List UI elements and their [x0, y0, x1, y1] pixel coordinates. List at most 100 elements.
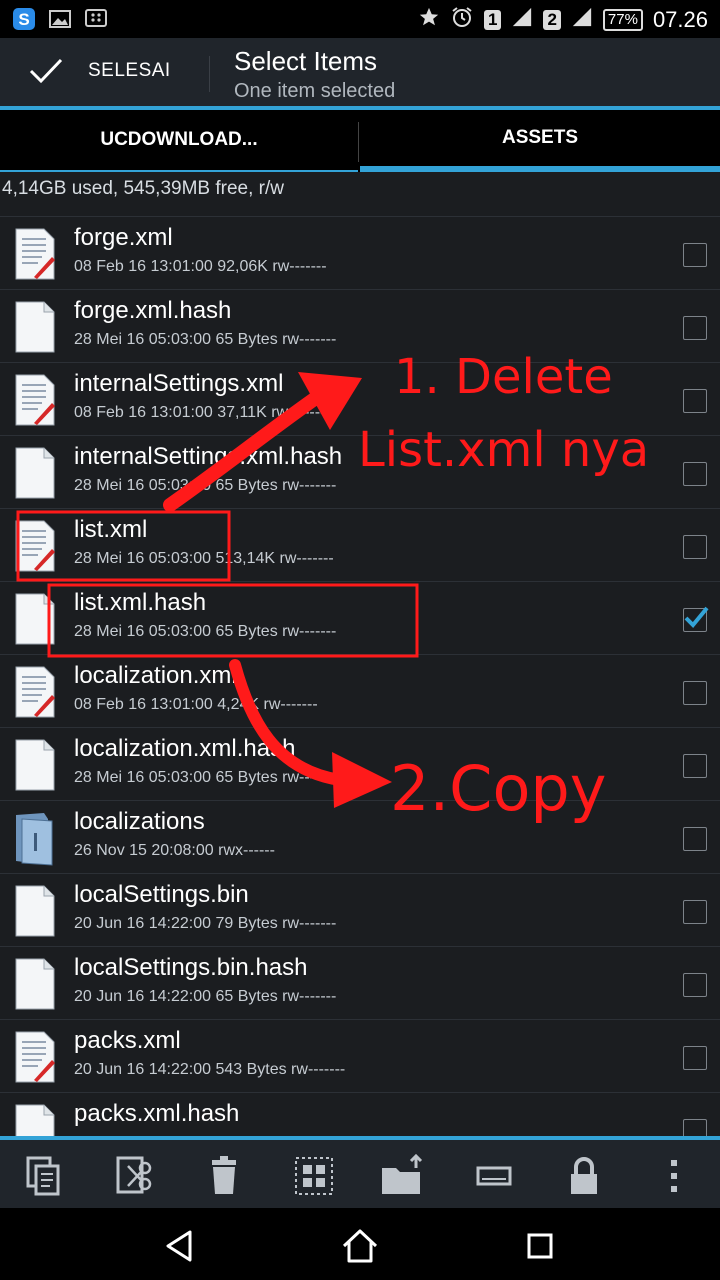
- file-name: list.xml.hash: [74, 589, 207, 616]
- file-meta: 28 Mei 16 05:03:00 65 Bytes rw-------: [74, 769, 337, 786]
- action-bar-title: Select Items: [234, 46, 378, 76]
- file-row[interactable]: list.xml 28 Mei 16 05:03:00 513,14K rw---…: [0, 508, 720, 582]
- done-button[interactable]: SELESAI: [28, 56, 171, 86]
- battery-indicator: 77%: [602, 9, 643, 31]
- select-checkbox[interactable]: [683, 316, 707, 340]
- checkmark-icon: [684, 606, 709, 628]
- blank-file-icon: [14, 592, 56, 646]
- folder-icon: [14, 811, 56, 866]
- annotation-step1-line2: List.xml nya: [358, 422, 650, 478]
- copy-icon[interactable]: [22, 1154, 66, 1198]
- blank-file-icon: [14, 1103, 56, 1136]
- star-icon: [418, 6, 440, 34]
- file-meta: 28 Mei 16 05:03:00 65 Bytes rw-------: [74, 623, 337, 640]
- divider: [358, 122, 359, 162]
- xml-file-icon: [14, 665, 56, 719]
- select-checkbox[interactable]: [683, 462, 707, 486]
- alarm-icon: [450, 5, 474, 35]
- blank-file-icon: [14, 446, 56, 500]
- recents-icon[interactable]: [520, 1226, 560, 1266]
- signal-icon: [511, 6, 533, 34]
- file-meta: 28 Mei 16 05:03:00 513,14K rw-------: [74, 550, 334, 567]
- file-name: internalSettings.xml: [74, 370, 284, 397]
- move-folder-icon[interactable]: [380, 1153, 430, 1198]
- blank-file-icon: [14, 884, 56, 938]
- file-row[interactable]: packs.xml.hash: [0, 1092, 720, 1136]
- file-row[interactable]: localSettings.bin 20 Jun 16 14:22:00 79 B…: [0, 873, 720, 947]
- file-name: localizations: [74, 808, 205, 835]
- navigation-bar: [0, 1208, 720, 1280]
- home-icon[interactable]: [340, 1226, 380, 1266]
- select-checkbox[interactable]: [683, 1119, 707, 1136]
- file-name: packs.xml: [74, 1027, 181, 1054]
- select-checkbox[interactable]: [683, 243, 707, 267]
- file-name: localization.xml: [74, 662, 237, 689]
- tab-bar: UCDOWNLOAD... ASSETS: [0, 110, 720, 172]
- image-notification-icon: [48, 7, 72, 31]
- file-name: forge.xml: [74, 224, 173, 251]
- file-name: internalSettings.xml.hash: [74, 443, 343, 470]
- select-checkbox[interactable]: [683, 754, 707, 778]
- file-meta: 26 Nov 15 20:08:00 rwx------: [74, 842, 275, 859]
- select-checkbox[interactable]: [683, 681, 707, 705]
- done-label: SELESAI: [88, 60, 171, 81]
- cut-icon[interactable]: [112, 1154, 156, 1198]
- action-bar: SELESAI Select Items One item selected: [0, 38, 720, 110]
- tab-ucdownload[interactable]: UCDOWNLOAD...: [0, 110, 358, 172]
- file-name: list.xml: [74, 516, 148, 543]
- status-bar: S 1 2 77% 07.26: [0, 0, 720, 38]
- file-meta: 20 Jun 16 14:22:00 65 Bytes rw-------: [74, 988, 337, 1005]
- file-meta: 20 Jun 16 14:22:00 543 Bytes rw-------: [74, 1061, 346, 1078]
- file-meta: 08 Feb 16 13:01:00 4,24K rw-------: [74, 696, 318, 713]
- app-notification-icon: S: [12, 7, 36, 31]
- back-icon[interactable]: [160, 1226, 200, 1266]
- select-checkbox[interactable]: [683, 900, 707, 924]
- select-checkbox[interactable]: [683, 606, 709, 632]
- file-row[interactable]: localization.xml 08 Feb 16 13:01:00 4,24K…: [0, 654, 720, 728]
- clock: 07.26: [652, 7, 708, 32]
- file-row[interactable]: forge.xml 08 Feb 16 13:01:00 92,06K rw---…: [0, 216, 720, 290]
- select-checkbox[interactable]: [683, 389, 707, 413]
- file-row[interactable]: list.xml.hash 28 Mei 16 05:03:00 65 Bytes…: [0, 581, 720, 655]
- annotation-step1-line1: 1. Delete: [394, 349, 613, 405]
- file-row[interactable]: localization.xml.hash 28 Mei 16 05:03:00 …: [0, 727, 720, 801]
- file-row[interactable]: localizations 26 Nov 15 20:08:00 rwx-----…: [0, 800, 720, 874]
- more-icon[interactable]: [652, 1154, 696, 1198]
- blank-file-icon: [14, 738, 56, 792]
- file-name: localSettings.bin.hash: [74, 954, 308, 981]
- sim1-badge: 1: [483, 10, 502, 30]
- file-row[interactable]: localSettings.bin.hash 20 Jun 16 14:22:00…: [0, 946, 720, 1020]
- action-bar-subtitle: One item selected: [234, 80, 396, 102]
- rename-icon[interactable]: [472, 1154, 516, 1198]
- file-meta: 20 Jun 16 14:22:00 79 Bytes rw-------: [74, 915, 337, 932]
- file-name: forge.xml.hash: [74, 297, 232, 324]
- select-checkbox[interactable]: [683, 535, 707, 559]
- signal-icon: [571, 6, 593, 34]
- file-name: localization.xml.hash: [74, 735, 296, 762]
- select-checkbox[interactable]: [683, 1046, 707, 1070]
- file-meta: 28 Mei 16 05:03:00 65 Bytes rw-------: [74, 331, 337, 348]
- xml-file-icon: [14, 373, 56, 427]
- bbm-notification-icon: [84, 7, 108, 31]
- select-checkbox[interactable]: [683, 827, 707, 851]
- tab-assets[interactable]: ASSETS: [360, 110, 720, 172]
- annotation-step2: 2.Copy: [390, 752, 607, 825]
- blank-file-icon: [14, 300, 56, 354]
- xml-file-icon: [14, 1030, 56, 1084]
- bottom-toolbar: [0, 1136, 720, 1208]
- file-meta: 08 Feb 16 13:01:00 37,11K rw-------: [74, 404, 326, 421]
- select-all-icon[interactable]: [292, 1154, 336, 1198]
- sim2-badge: 2: [543, 10, 561, 30]
- file-meta: 28 Mei 16 05:03:00 65 Bytes rw-------: [74, 477, 337, 494]
- xml-file-icon: [14, 227, 56, 281]
- storage-info: 4,14GB used, 545,39MB free, r/w: [2, 178, 284, 199]
- lock-icon[interactable]: [562, 1154, 606, 1198]
- file-row[interactable]: packs.xml 20 Jun 16 14:22:00 543 Bytes rw…: [0, 1019, 720, 1093]
- file-meta: 08 Feb 16 13:01:00 92,06K rw-------: [74, 258, 327, 275]
- trash-icon[interactable]: [202, 1154, 246, 1198]
- svg-text:S: S: [18, 10, 29, 29]
- select-checkbox[interactable]: [683, 973, 707, 997]
- file-name: localSettings.bin: [74, 881, 249, 908]
- checkmark-icon: [29, 58, 63, 84]
- file-name: packs.xml.hash: [74, 1100, 240, 1127]
